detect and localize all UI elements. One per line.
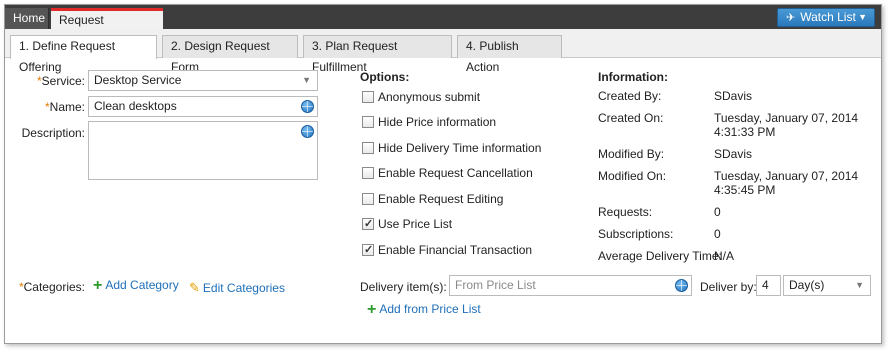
name-label: *Name: xyxy=(25,100,85,114)
requests-value: 0 xyxy=(714,205,721,219)
option-row[interactable]: Hide Price information xyxy=(362,114,496,130)
tab-home[interactable]: Home xyxy=(5,8,49,29)
tab-define-request-offering[interactable]: 1. Define Request Offering xyxy=(10,35,157,74)
pencil-icon: ✎ xyxy=(189,280,200,295)
wizard-steps-bar: 1. Define Request Offering 2. Design Req… xyxy=(5,29,881,74)
deliver-by-unit-value: Day(s) xyxy=(789,278,825,292)
name-label-text: Name: xyxy=(49,100,85,114)
option-label: Enable Request Cancellation xyxy=(378,166,533,180)
modified-by-label: Modified By: xyxy=(598,147,665,161)
service-label: *Service: xyxy=(25,74,85,88)
categories-label-text: Categories: xyxy=(23,280,85,294)
delivery-items-label: Delivery item(s): xyxy=(360,280,447,294)
categories-label: *Categories: xyxy=(15,280,85,294)
option-label: Anonymous submit xyxy=(378,90,481,104)
created-on-value: Tuesday, January 07, 2014 4:31:33 PM xyxy=(714,111,858,139)
delivery-items-placeholder: From Price List xyxy=(455,278,536,292)
subscriptions-label: Subscriptions: xyxy=(598,227,674,241)
option-row[interactable]: Enable Request Cancellation xyxy=(362,165,533,181)
watch-list-button[interactable]: ✈ Watch List ▼ xyxy=(777,8,875,27)
options-title: Options: xyxy=(360,70,410,84)
modified-on-time: 4:35:45 PM xyxy=(714,183,776,197)
tab-request-offering[interactable]: Request Offering✕ xyxy=(51,8,163,45)
option-row[interactable]: Hide Delivery Time information xyxy=(362,140,541,156)
edit-categories-label: Edit Categories xyxy=(202,281,285,295)
option-label: Enable Financial Transaction xyxy=(378,243,533,257)
name-input[interactable]: Clean desktops xyxy=(88,96,318,117)
description-textarea[interactable] xyxy=(88,121,318,180)
option-row[interactable]: Enable Financial Transaction xyxy=(362,242,532,258)
average-delivery-label: Average Delivery Time: xyxy=(598,249,722,263)
delivery-items-input[interactable]: From Price List xyxy=(449,275,692,296)
option-row[interactable]: Anonymous submit xyxy=(362,89,480,105)
option-label: Hide Price information xyxy=(378,115,497,129)
option-label: Enable Request Editing xyxy=(378,192,504,206)
requests-label: Requests: xyxy=(598,205,653,219)
modified-on-date: Tuesday, January 07, 2014 xyxy=(714,169,859,183)
add-category-label: Add Category xyxy=(105,278,179,292)
average-delivery-value: N/A xyxy=(714,249,735,263)
request-offering-window: Home Request Offering✕ ✈Watch List▼ 1. D… xyxy=(4,4,882,344)
chevron-down-icon: ▼ xyxy=(302,75,311,85)
subscriptions-value: 0 xyxy=(714,227,721,241)
service-label-text: Service: xyxy=(41,74,85,88)
name-value: Clean desktops xyxy=(94,99,177,113)
option-row[interactable]: Use Price List xyxy=(362,216,452,232)
option-checkbox[interactable] xyxy=(362,116,374,128)
top-tab-bar: Home Request Offering✕ ✈ Watch List▼ xyxy=(5,5,881,45)
deliver-by-label: Deliver by: xyxy=(700,280,757,294)
option-checkbox[interactable] xyxy=(362,91,374,103)
chevron-down-icon: ▼ xyxy=(858,12,867,22)
created-by-value: SDavis xyxy=(714,89,753,103)
globe-icon[interactable] xyxy=(301,125,314,138)
service-select[interactable]: Desktop Service ▼ xyxy=(88,70,318,91)
created-on-label: Created On: xyxy=(598,111,664,125)
add-from-price-list-label: Add from Price List xyxy=(379,302,481,316)
plus-icon: + xyxy=(93,277,103,294)
option-checkbox[interactable] xyxy=(362,193,374,205)
globe-icon[interactable] xyxy=(675,279,688,292)
add-category-link[interactable]: + Add Category xyxy=(93,277,179,295)
edit-categories-link[interactable]: ✎ Edit Categories xyxy=(189,280,285,296)
globe-icon[interactable] xyxy=(301,100,314,113)
option-row[interactable]: Enable Request Editing xyxy=(362,191,503,207)
created-by-label: Created By: xyxy=(598,89,662,103)
created-on-date: Tuesday, January 07, 2014 xyxy=(714,111,859,125)
tab-plan-request-fulfillment[interactable]: 3. Plan Request Fulfillment xyxy=(303,35,452,74)
option-label: Hide Delivery Time information xyxy=(378,141,542,155)
modified-on-label: Modified On: xyxy=(598,169,667,183)
option-checkbox[interactable] xyxy=(362,142,374,154)
description-label: Description: xyxy=(21,126,85,140)
information-title: Information: xyxy=(598,70,668,84)
deliver-by-unit-select[interactable]: Day(s) ▼ xyxy=(783,275,871,296)
plus-icon: + xyxy=(367,301,377,318)
modified-on-value: Tuesday, January 07, 2014 4:35:45 PM xyxy=(714,169,858,197)
deliver-by-value: 4 xyxy=(762,278,769,292)
option-checkbox[interactable] xyxy=(362,167,374,179)
tab-publish-action[interactable]: 4. Publish Action xyxy=(457,35,562,74)
pin-icon: ✈ xyxy=(786,12,796,24)
chevron-down-icon: ▼ xyxy=(855,280,864,290)
watch-list-label: Watch List xyxy=(800,10,856,24)
option-label: Use Price List xyxy=(378,217,453,231)
service-value: Desktop Service xyxy=(94,73,182,87)
created-on-time: 4:31:33 PM xyxy=(714,125,776,139)
modified-by-value: SDavis xyxy=(714,147,753,161)
option-checkbox[interactable] xyxy=(362,242,374,258)
option-checkbox[interactable] xyxy=(362,216,374,232)
tab-design-request-form[interactable]: 2. Design Request Form xyxy=(162,35,298,74)
deliver-by-number-input[interactable]: 4 xyxy=(756,275,781,296)
add-from-price-list-link[interactable]: + Add from Price List xyxy=(367,301,481,319)
